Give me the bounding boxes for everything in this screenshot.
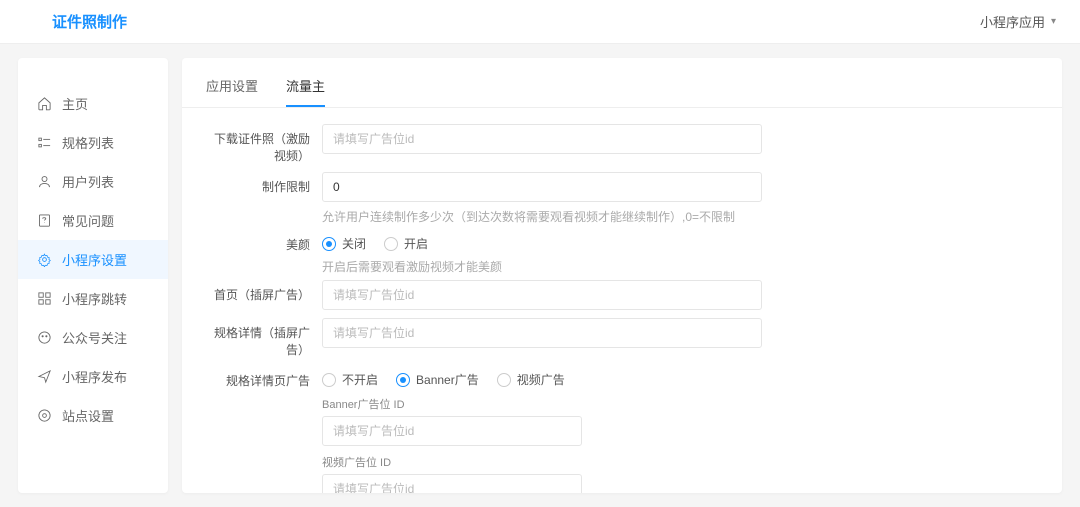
app-title: 证件照制作 [52, 11, 127, 32]
sublabel-spec-banner: Banner广告位 ID [322, 396, 762, 412]
hint-beauty: 开启后需要观看激励视频才能美颜 [322, 258, 762, 276]
sidebar-item-label: 小程序设置 [62, 250, 127, 269]
radio-dot-icon [396, 373, 410, 387]
form: 下载证件照（激励视频） 制作限制 允许用户连续制作多少次（到达次数将需要观看视频… [182, 108, 1062, 493]
sidebar-item-home[interactable]: 主页 [18, 84, 168, 123]
sidebar-item-miniapp-settings[interactable]: 小程序设置 [18, 240, 168, 279]
sidebar-item-site-settings[interactable]: 站点设置 [18, 396, 168, 435]
page-body: 主页 规格列表 用户列表 常见问题 小程序设置 小程序跳转 公众号关注 小程序 [0, 44, 1080, 507]
label-home-interstitial: 首页（插屏广告） [206, 280, 322, 303]
sidebar-item-miniapp-jump[interactable]: 小程序跳转 [18, 279, 168, 318]
users-icon [36, 174, 52, 190]
label-spec-interstitial: 规格详情（插屏广告） [206, 318, 322, 358]
label-beauty: 美颜 [206, 230, 322, 253]
radio-group-spec-ad: 不开启 Banner广告 视频广告 [322, 366, 762, 388]
sidebar-item-wechat-follow[interactable]: 公众号关注 [18, 318, 168, 357]
label-spec-page-ad: 规格详情页广告 [206, 366, 322, 389]
input-home-interstitial[interactable] [322, 280, 762, 310]
sidebar-item-faq[interactable]: 常见问题 [18, 201, 168, 240]
input-spec-interstitial[interactable] [322, 318, 762, 348]
sidebar-item-label: 小程序发布 [62, 367, 127, 386]
sidebar-item-specs[interactable]: 规格列表 [18, 123, 168, 162]
label-download: 下载证件照（激励视频） [206, 124, 322, 164]
input-spec-banner-id[interactable] [322, 416, 582, 446]
grid-icon [36, 291, 52, 307]
wechat-icon [36, 330, 52, 346]
question-icon [36, 213, 52, 229]
sidebar-item-label: 主页 [62, 94, 88, 113]
radio-dot-icon [384, 237, 398, 251]
tab-traffic-master[interactable]: 流量主 [286, 76, 325, 107]
input-limit[interactable] [322, 172, 762, 202]
header-app-menu-label: 小程序应用 [980, 12, 1045, 31]
input-download-ad[interactable] [322, 124, 762, 154]
chevron-down-icon: ▾ [1051, 16, 1056, 27]
radio-spec-video[interactable]: 视频广告 [497, 371, 565, 388]
hint-limit: 允许用户连续制作多少次（到达次数将需要观看视频才能继续制作）,0=不限制 [322, 208, 762, 226]
input-spec-video-id[interactable] [322, 474, 582, 493]
sidebar-item-label: 用户列表 [62, 172, 114, 191]
sidebar-item-label: 常见问题 [62, 211, 114, 230]
label-limit: 制作限制 [206, 172, 322, 195]
tab-app-settings[interactable]: 应用设置 [206, 76, 258, 107]
list-icon [36, 135, 52, 151]
sidebar: 主页 规格列表 用户列表 常见问题 小程序设置 小程序跳转 公众号关注 小程序 [18, 58, 168, 493]
radio-dot-icon [497, 373, 511, 387]
radio-group-beauty: 关闭 开启 [322, 230, 762, 252]
radio-dot-icon [322, 373, 336, 387]
radio-spec-none[interactable]: 不开启 [322, 371, 378, 388]
radio-beauty-off[interactable]: 关闭 [322, 235, 366, 252]
sidebar-item-label: 规格列表 [62, 133, 114, 152]
tabs: 应用设置 流量主 [182, 58, 1062, 108]
home-icon [36, 96, 52, 112]
radio-spec-banner[interactable]: Banner广告 [396, 371, 479, 388]
sidebar-item-users[interactable]: 用户列表 [18, 162, 168, 201]
content-panel: 应用设置 流量主 下载证件照（激励视频） 制作限制 允许用户连续制作多少次（到达… [182, 58, 1062, 493]
app-header: 证件照制作 小程序应用 ▾ [0, 0, 1080, 44]
send-icon [36, 369, 52, 385]
radio-beauty-on[interactable]: 开启 [384, 235, 428, 252]
sidebar-item-label: 小程序跳转 [62, 289, 127, 308]
header-app-menu[interactable]: 小程序应用 ▾ [980, 12, 1056, 31]
gear-icon [36, 252, 52, 268]
sublabel-spec-video: 视频广告位 ID [322, 454, 762, 470]
sidebar-item-label: 站点设置 [62, 406, 114, 425]
radio-dot-icon [322, 237, 336, 251]
sidebar-item-miniapp-publish[interactable]: 小程序发布 [18, 357, 168, 396]
cog-icon [36, 408, 52, 424]
sidebar-item-label: 公众号关注 [62, 328, 127, 347]
